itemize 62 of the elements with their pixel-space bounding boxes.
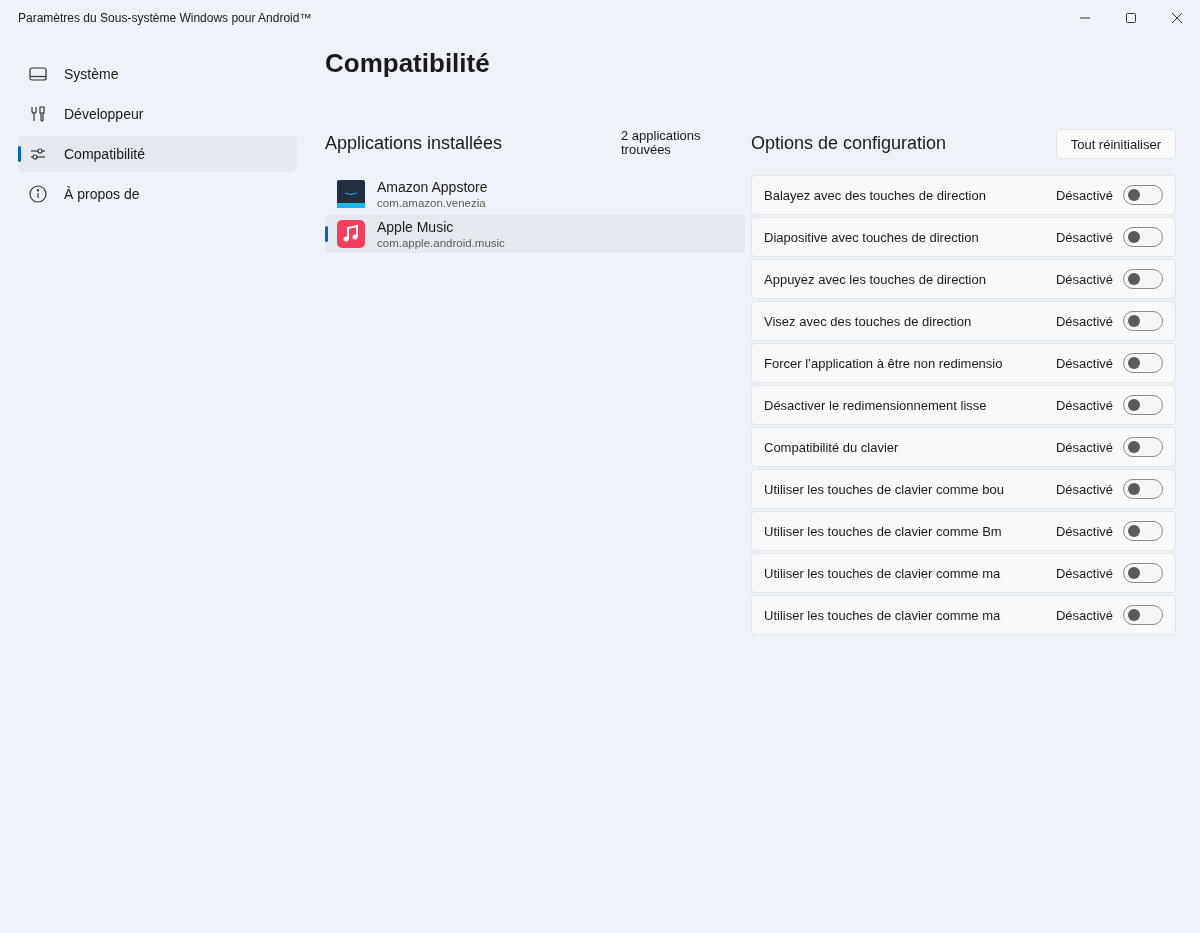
toggle-state-text: Désactivé <box>1055 355 1113 371</box>
option-label: Désactiver le redimensionnement lisse <box>764 397 988 413</box>
option-label: Diapositive avec touches de direction <box>764 229 980 245</box>
option-label: Utiliser les touches de clavier comme Bm <box>764 523 1003 539</box>
app-package: com.amazon.venezia <box>377 197 487 209</box>
toggle-state-text: Désactivé <box>1055 523 1113 539</box>
option-label: Compatibilité du clavier <box>764 439 900 455</box>
option-label: Appuyez avec les touches de direction <box>764 271 987 287</box>
sidebar-item-label: Compatibilité <box>64 146 145 162</box>
toggle-state-text: Désactivé <box>1055 439 1113 455</box>
sidebar-item-label: Développeur <box>64 106 144 122</box>
option-label: Utiliser les touches de clavier comme ma <box>764 565 1002 581</box>
sidebar-item[interactable]: Compatibilité <box>18 136 297 172</box>
close-icon <box>1172 13 1182 23</box>
app-name: Amazon Appstore <box>377 179 488 195</box>
app-list-item[interactable]: Amazon Appstore com.amazon.venezia <box>325 175 745 213</box>
toggle-state-text: Désactivé <box>1055 607 1113 623</box>
maximize-icon <box>1126 13 1136 23</box>
toggle-state-text: Désactivé <box>1055 565 1113 581</box>
section-heading: Options de configuration <box>751 133 947 154</box>
option-label: Utiliser les touches de clavier comme bou <box>764 481 1005 497</box>
toggle-switch[interactable] <box>1123 227 1163 247</box>
option-label: Forcer l’application à être non redimensio <box>764 355 1004 371</box>
sidebar-item-label: Système <box>64 66 119 82</box>
toggle-state-text: Désactivé <box>1055 271 1113 287</box>
section-heading: Applications installées <box>325 133 503 154</box>
sidebar-item[interactable]: Développeur <box>18 96 297 132</box>
tools-icon <box>28 104 48 124</box>
window-title: Paramètres du Sous-système Windows pour Android™ <box>18 11 312 25</box>
selection-indicator <box>325 226 328 242</box>
app-package: com.apple.android.music <box>377 237 505 249</box>
page-title: Compatibilité <box>325 48 491 79</box>
toggle-switch[interactable] <box>1123 395 1163 415</box>
reset-button[interactable]: Tout réinitialiser <box>1055 129 1176 159</box>
toggle-state-text: Désactivé <box>1055 481 1113 497</box>
app-count: 2 applications trouvées <box>621 129 702 157</box>
toggle-state-text: Désactivé <box>1055 397 1113 413</box>
toggle-switch[interactable] <box>1123 563 1163 583</box>
toggle-state-text: Désactivé <box>1055 187 1113 203</box>
option-label: Utiliser les touches de clavier comme ma <box>764 607 1002 623</box>
toggle-switch[interactable] <box>1123 311 1163 331</box>
selection-indicator <box>18 146 21 162</box>
toggle-switch[interactable] <box>1123 437 1163 457</box>
laptop-icon <box>28 64 48 84</box>
toggle-switch[interactable] <box>1123 521 1163 541</box>
toggle-switch[interactable] <box>1123 353 1163 373</box>
app-name: Apple Music <box>377 219 455 235</box>
app-store-icon <box>337 180 365 208</box>
music-note-icon <box>337 220 365 248</box>
sidebar-item[interactable]: À propos de <box>18 176 297 212</box>
toggle-switch[interactable] <box>1123 605 1163 625</box>
toggle-switch[interactable] <box>1123 185 1163 205</box>
toggle-switch[interactable] <box>1123 479 1163 499</box>
option-label: Visez avec des touches de direction <box>764 313 973 329</box>
toggle-state-text: Désactivé <box>1055 229 1113 245</box>
app-list-item[interactable]: Apple Music com.apple.android.music <box>325 215 745 253</box>
toggle-switch[interactable] <box>1123 269 1163 289</box>
option-label: Balayez avec des touches de direction <box>764 187 987 203</box>
toggle-state-text: Désactivé <box>1055 313 1113 329</box>
sidebar-item-label: À propos de <box>64 186 140 202</box>
sidebar-item[interactable]: Système <box>18 56 297 92</box>
info-icon <box>28 184 48 204</box>
